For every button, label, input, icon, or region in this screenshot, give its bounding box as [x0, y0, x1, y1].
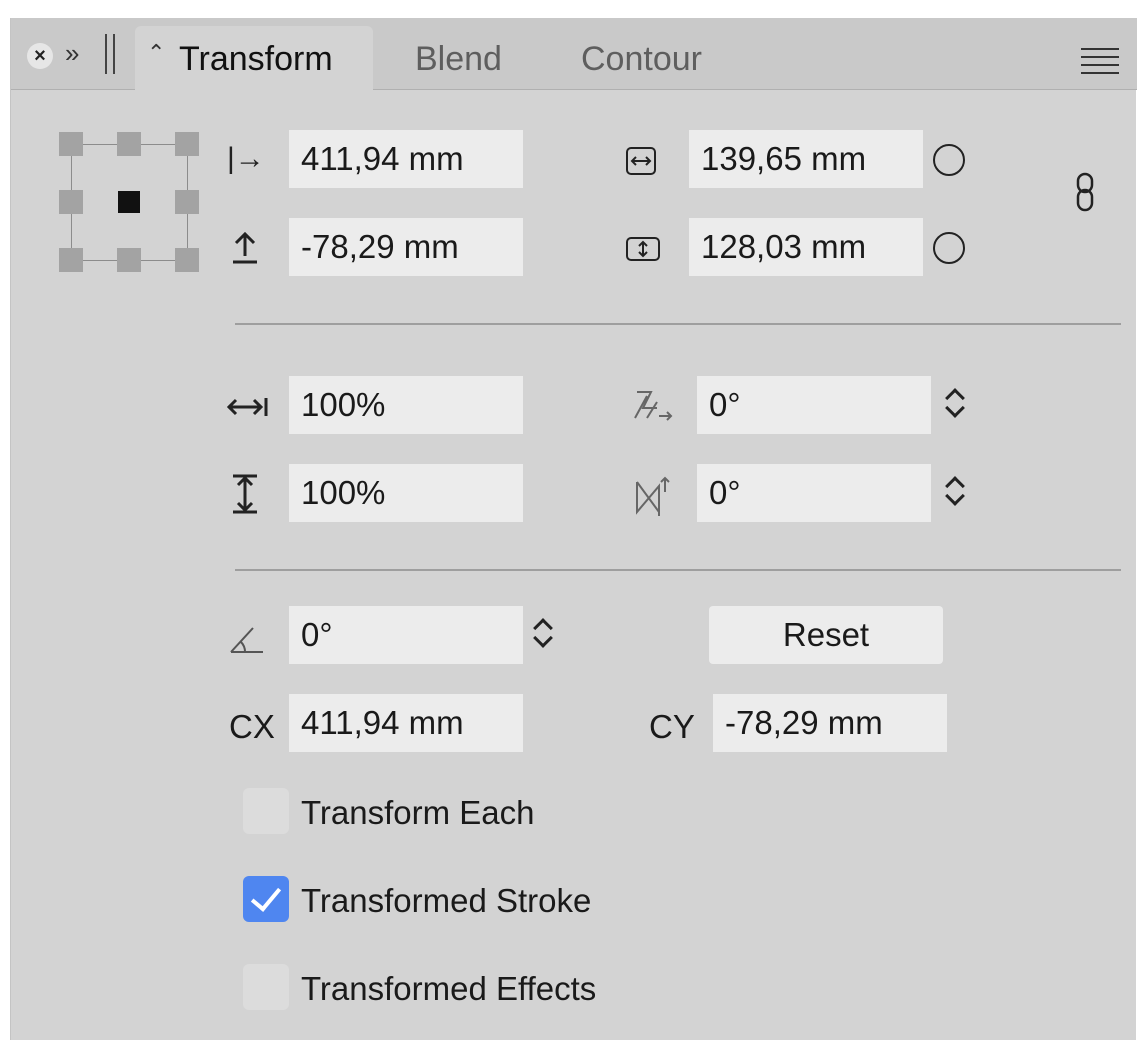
tab-bar: × » ⌃ Transform Blend Contour [11, 18, 1137, 91]
link-proportions-icon[interactable] [1075, 172, 1095, 218]
transformed-effects-checkbox[interactable] [243, 964, 289, 1010]
anchor-bottom-left[interactable] [59, 248, 83, 272]
divider [235, 323, 1121, 325]
rotation-angle-field[interactable]: 0° [289, 606, 523, 664]
reset-button[interactable]: Reset [709, 606, 943, 664]
height-lock-radio[interactable] [933, 232, 965, 264]
anchor-middle-left[interactable] [59, 190, 83, 214]
menu-icon[interactable] [1081, 48, 1119, 76]
tab-contour[interactable]: Contour [581, 40, 702, 79]
tab-transform-label[interactable]: Transform [179, 40, 333, 79]
rotation-angle-stepper[interactable] [533, 616, 553, 650]
width-lock-radio[interactable] [933, 144, 965, 176]
horizontal-scale-icon [226, 392, 269, 428]
rotation-angle-icon [227, 622, 267, 662]
anchor-bottom-right[interactable] [175, 248, 199, 272]
anchor-center[interactable] [118, 191, 140, 213]
x-position-field[interactable]: 411,94 mm [289, 130, 523, 188]
transform-panel: × » ⌃ Transform Blend Contour |→ 411,94 … [10, 18, 1137, 1040]
anchor-bottom-center[interactable] [117, 248, 141, 272]
transform-each-checkbox[interactable] [243, 788, 289, 834]
y-position-icon [231, 231, 259, 270]
grip-icon[interactable] [103, 34, 119, 74]
transformed-stroke-label: Transformed Stroke [301, 882, 592, 919]
vertical-scale-field[interactable]: 100% [289, 464, 523, 522]
y-position-field[interactable]: -78,29 mm [289, 218, 523, 276]
tab-blend[interactable]: Blend [415, 40, 502, 79]
height-field[interactable]: 128,03 mm [689, 218, 923, 276]
horizontal-scale-field[interactable]: 100% [289, 376, 523, 434]
chevron-updown-icon[interactable]: ⌃ [147, 40, 165, 66]
horizontal-skew-stepper[interactable] [945, 386, 965, 420]
anchor-top-right[interactable] [175, 132, 199, 156]
reference-point-selector[interactable] [59, 132, 199, 272]
cy-label: CY [649, 708, 695, 745]
cy-field[interactable]: -78,29 mm [713, 694, 947, 752]
anchor-middle-right[interactable] [175, 190, 199, 214]
width-field[interactable]: 139,65 mm [689, 130, 923, 188]
cx-field[interactable]: 411,94 mm [289, 694, 523, 752]
close-icon[interactable]: × [27, 43, 53, 69]
anchor-top-center[interactable] [117, 132, 141, 156]
expand-icon[interactable]: » [65, 38, 79, 69]
transformed-effects-label: Transformed Effects [301, 970, 597, 1007]
anchor-top-left[interactable] [59, 132, 83, 156]
horizontal-skew-field[interactable]: 0° [697, 376, 931, 434]
vertical-skew-field[interactable]: 0° [697, 464, 931, 522]
vertical-skew-stepper[interactable] [945, 474, 965, 508]
horizontal-skew-icon [633, 388, 677, 432]
vertical-skew-icon [633, 472, 671, 524]
width-icon [625, 146, 657, 182]
vertical-scale-icon [231, 474, 259, 520]
divider [235, 569, 1121, 571]
transformed-stroke-checkbox[interactable] [243, 876, 289, 922]
height-icon [625, 236, 661, 268]
x-position-icon: |→ [227, 142, 265, 175]
transform-each-label: Transform Each [301, 794, 535, 831]
cx-label: CX [229, 708, 275, 745]
